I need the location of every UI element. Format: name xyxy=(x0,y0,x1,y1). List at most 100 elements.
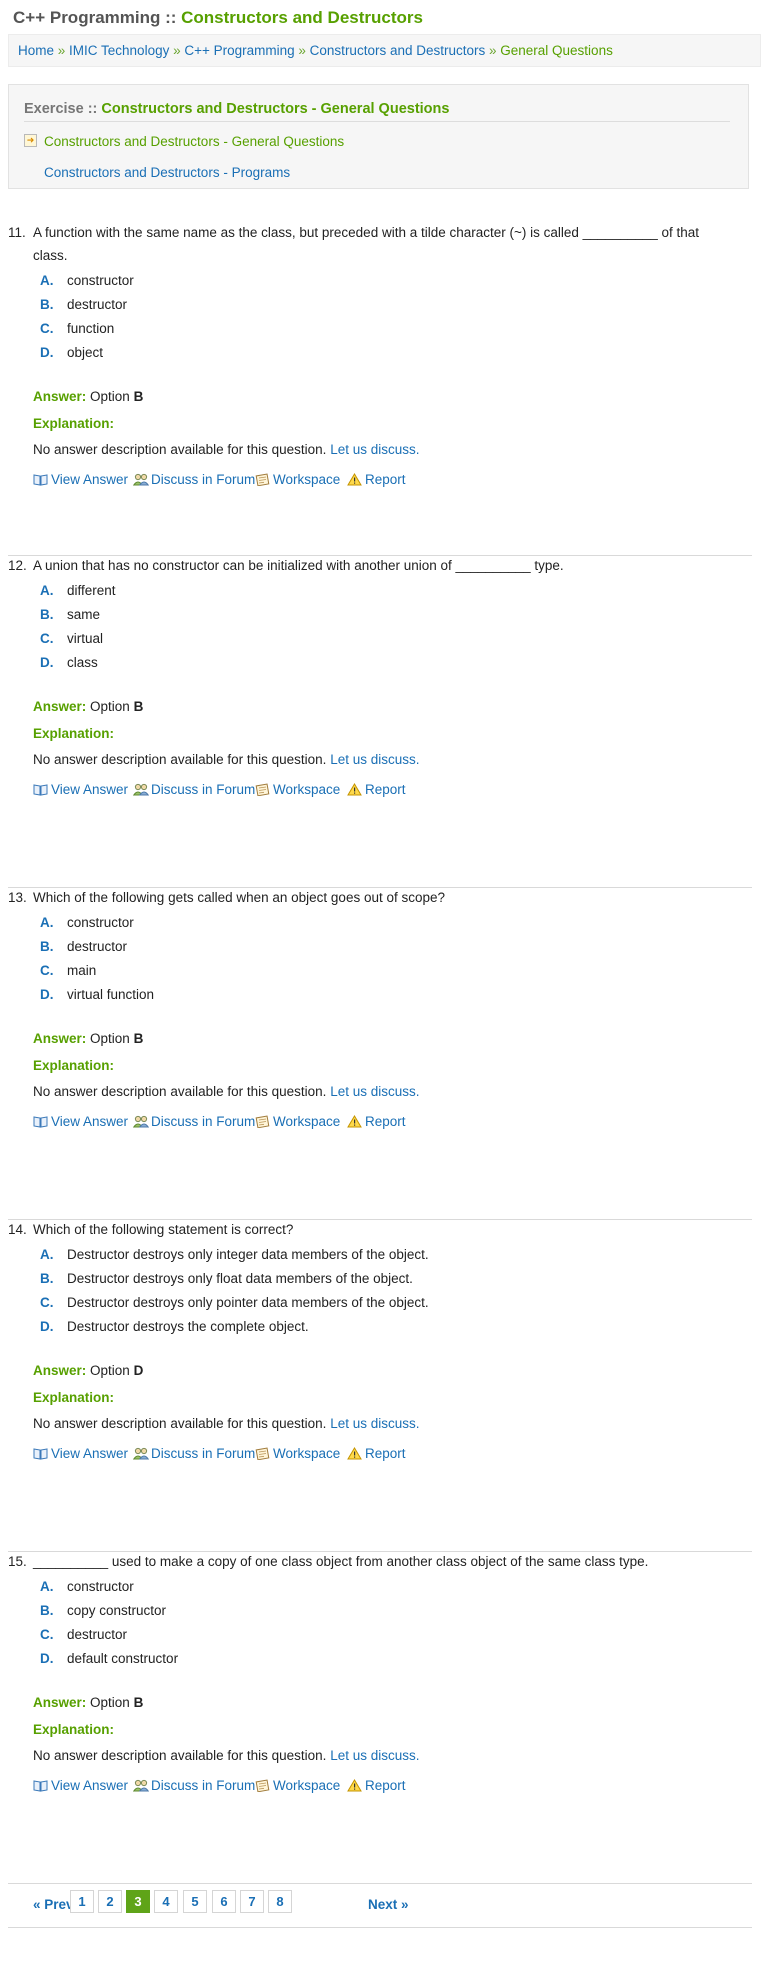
option-c[interactable]: C. main xyxy=(40,961,96,981)
question-1: 11. A function with the same name as the … xyxy=(8,222,752,556)
view-answer-link[interactable]: View Answer xyxy=(33,1444,128,1464)
explanation-text: No answer description available for this… xyxy=(33,752,419,767)
book-icon xyxy=(33,1778,48,1792)
next-page-link[interactable]: Next » xyxy=(368,1897,409,1912)
breadcrumb-topic[interactable]: Constructors and Destructors xyxy=(310,43,486,58)
breadcrumb-sep: » xyxy=(485,43,501,58)
option-text: constructor xyxy=(67,1579,134,1594)
option-d[interactable]: D. Destructor destroys the complete objec… xyxy=(40,1317,309,1337)
page-6[interactable]: 6 xyxy=(212,1890,236,1913)
option-a[interactable]: A. constructor xyxy=(40,913,134,933)
option-a[interactable]: A. constructor xyxy=(40,271,134,291)
page-7[interactable]: 7 xyxy=(240,1890,264,1913)
option-b[interactable]: B. copy constructor xyxy=(40,1601,166,1621)
question-text: 15. __________ used to make a copy of one… xyxy=(8,1551,733,1574)
option-c[interactable]: C. virtual xyxy=(40,629,103,649)
option-text: different xyxy=(67,583,116,598)
prev-page-link[interactable]: « Prev xyxy=(33,1897,74,1912)
option-c[interactable]: C. destructor xyxy=(40,1625,127,1645)
title-prefix: C++ Programming :: xyxy=(13,8,182,27)
notepad-icon xyxy=(255,782,270,797)
option-a[interactable]: A. constructor xyxy=(40,1577,134,1597)
discuss-forum-link[interactable]: Discuss in Forum xyxy=(132,1444,256,1464)
option-letter: A. xyxy=(40,273,54,288)
option-letter: C. xyxy=(40,1627,54,1642)
option-c[interactable]: C. function xyxy=(40,319,114,339)
option-d[interactable]: D. object xyxy=(40,343,103,363)
option-word: Option xyxy=(90,1031,130,1046)
view-answer-link[interactable]: View Answer xyxy=(33,1776,128,1796)
report-link[interactable]: Report xyxy=(347,1112,406,1132)
breadcrumb-company[interactable]: IMIC Technology xyxy=(69,43,169,58)
option-letter: D. xyxy=(40,987,54,1002)
answer-label: Answer: xyxy=(33,1363,87,1378)
pagination: « Prev 1 2 3 4 5 6 7 8 Next » xyxy=(8,1883,752,1928)
workspace-link[interactable]: Workspace xyxy=(255,1112,340,1132)
page-3[interactable]: 3 xyxy=(126,1890,150,1913)
page-2[interactable]: 2 xyxy=(98,1890,122,1913)
option-b[interactable]: B. destructor xyxy=(40,937,127,957)
discuss-forum-link[interactable]: Discuss in Forum xyxy=(132,1776,255,1796)
discuss-link[interactable]: Let us discuss. xyxy=(330,1084,419,1099)
discuss-link[interactable]: Let us discuss. xyxy=(330,1416,419,1431)
discuss-forum-link[interactable]: Discuss in Forum xyxy=(132,780,256,800)
view-answer-link[interactable]: View Answer xyxy=(33,780,128,800)
discuss-forum-link[interactable]: Discuss in Forum xyxy=(132,1112,255,1132)
view-answer-link[interactable]: View Answer xyxy=(33,1112,128,1132)
notepad-icon xyxy=(255,1778,270,1793)
page-4[interactable]: 4 xyxy=(154,1890,178,1913)
view-answer-link[interactable]: View Answer xyxy=(33,470,128,490)
discuss-link[interactable]: Let us discuss. xyxy=(330,1748,419,1763)
exercise-link-programs[interactable]: Constructors and Destructors - Programs xyxy=(44,165,290,180)
option-d[interactable]: D. default constructor xyxy=(40,1649,178,1669)
report-link[interactable]: Report xyxy=(347,470,406,490)
report-link[interactable]: Report xyxy=(347,1776,406,1796)
explanation-label: Explanation: xyxy=(33,1722,115,1737)
workspace-link[interactable]: Workspace xyxy=(255,780,340,800)
people-icon xyxy=(132,1446,150,1460)
workspace-link[interactable]: Workspace xyxy=(255,470,340,490)
discuss-forum-label: Discuss in Forum xyxy=(151,1446,256,1461)
page-title: C++ Programming :: Constructors and Dest… xyxy=(0,0,769,34)
option-text: virtual xyxy=(67,631,104,646)
option-letter: C. xyxy=(40,631,54,646)
question-number: 15. xyxy=(8,1554,27,1569)
option-b[interactable]: B. destructor xyxy=(40,295,127,315)
page-1[interactable]: 1 xyxy=(70,1890,94,1913)
option-text: function xyxy=(67,321,115,336)
explanation-body: No answer description available for this… xyxy=(33,1084,327,1099)
option-text: same xyxy=(67,607,101,622)
report-link[interactable]: Report xyxy=(347,1444,406,1464)
discuss-link[interactable]: Let us discuss. xyxy=(330,752,419,767)
option-b[interactable]: B. Destructor destroys only float data me… xyxy=(40,1269,413,1289)
report-label: Report xyxy=(365,1778,406,1793)
option-letter: D. xyxy=(40,655,54,670)
option-c[interactable]: C. Destructor destroys only pointer data … xyxy=(40,1293,429,1313)
exercise-panel: Exercise :: Constructors and Destructors… xyxy=(8,84,749,189)
breadcrumb-language[interactable]: C++ Programming xyxy=(184,43,294,58)
exercise-link-general[interactable]: Constructors and Destructors - General Q… xyxy=(44,134,344,149)
page-8[interactable]: 8 xyxy=(268,1890,292,1913)
report-link[interactable]: Report xyxy=(347,780,406,800)
discuss-forum-link[interactable]: Discuss in Forum xyxy=(132,470,255,490)
workspace-label: Workspace xyxy=(273,1114,341,1129)
discuss-link[interactable]: Let us discuss. xyxy=(330,442,419,457)
option-text: virtual function xyxy=(67,987,155,1002)
discuss-forum-label: Discuss in Forum xyxy=(151,782,256,797)
option-d[interactable]: D. virtual function xyxy=(40,985,154,1005)
workspace-link[interactable]: Workspace xyxy=(255,1776,340,1796)
option-d[interactable]: D. class xyxy=(40,653,98,673)
option-a[interactable]: A. different xyxy=(40,581,116,601)
option-letter: A. xyxy=(40,915,54,930)
option-b[interactable]: B. same xyxy=(40,605,100,625)
answer-line: Answer: Option B xyxy=(33,1695,143,1710)
question-3: 13. Which of the following gets called wh… xyxy=(8,887,752,1220)
notepad-icon xyxy=(255,1446,270,1461)
option-letter: D. xyxy=(40,1651,54,1666)
workspace-label: Workspace xyxy=(273,1778,341,1793)
workspace-link[interactable]: Workspace xyxy=(255,1444,340,1464)
breadcrumb-home[interactable]: Home xyxy=(18,43,54,58)
answer-label: Answer: xyxy=(33,389,87,404)
page-5[interactable]: 5 xyxy=(183,1890,207,1913)
option-a[interactable]: A. Destructor destroys only integer data … xyxy=(40,1245,429,1265)
